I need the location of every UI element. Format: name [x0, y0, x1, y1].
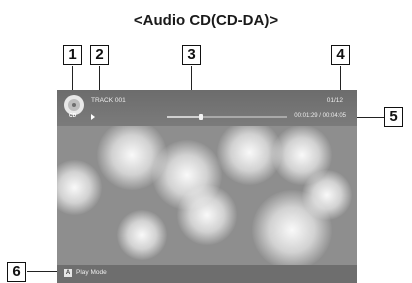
disc-type-label: CD	[69, 113, 77, 119]
callout-3: 3	[182, 45, 201, 65]
bokeh-light	[57, 160, 102, 215]
playback-screen: CD TRACK 001 01/12 00:01:29 / 00:04:05 A…	[57, 90, 357, 283]
play-mode-label[interactable]: Play Mode	[76, 269, 107, 276]
callout-4: 4	[331, 45, 350, 65]
callout-1: 1	[63, 45, 82, 65]
elapsed-total-time: 00:01:29 / 00:04:05	[294, 113, 346, 119]
a-button-icon: A	[64, 269, 72, 277]
callout-6: 6	[7, 262, 26, 282]
bokeh-light	[177, 185, 237, 245]
progress-bar[interactable]	[167, 114, 287, 120]
play-icon	[91, 114, 95, 120]
bokeh-light	[117, 210, 167, 260]
track-count: 01/12	[326, 97, 343, 104]
bokeh-light	[302, 170, 352, 220]
progress-fill	[167, 116, 201, 118]
bottom-bar: A Play Mode	[57, 265, 357, 283]
callout-2: 2	[90, 45, 109, 65]
track-title: TRACK 001	[91, 97, 126, 104]
info-bar: CD TRACK 001 01/12 00:01:29 / 00:04:05	[57, 90, 357, 126]
callout-5: 5	[384, 107, 403, 127]
page-title: <Audio CD(CD-DA)>	[133, 12, 279, 29]
progress-knob[interactable]	[198, 114, 203, 120]
